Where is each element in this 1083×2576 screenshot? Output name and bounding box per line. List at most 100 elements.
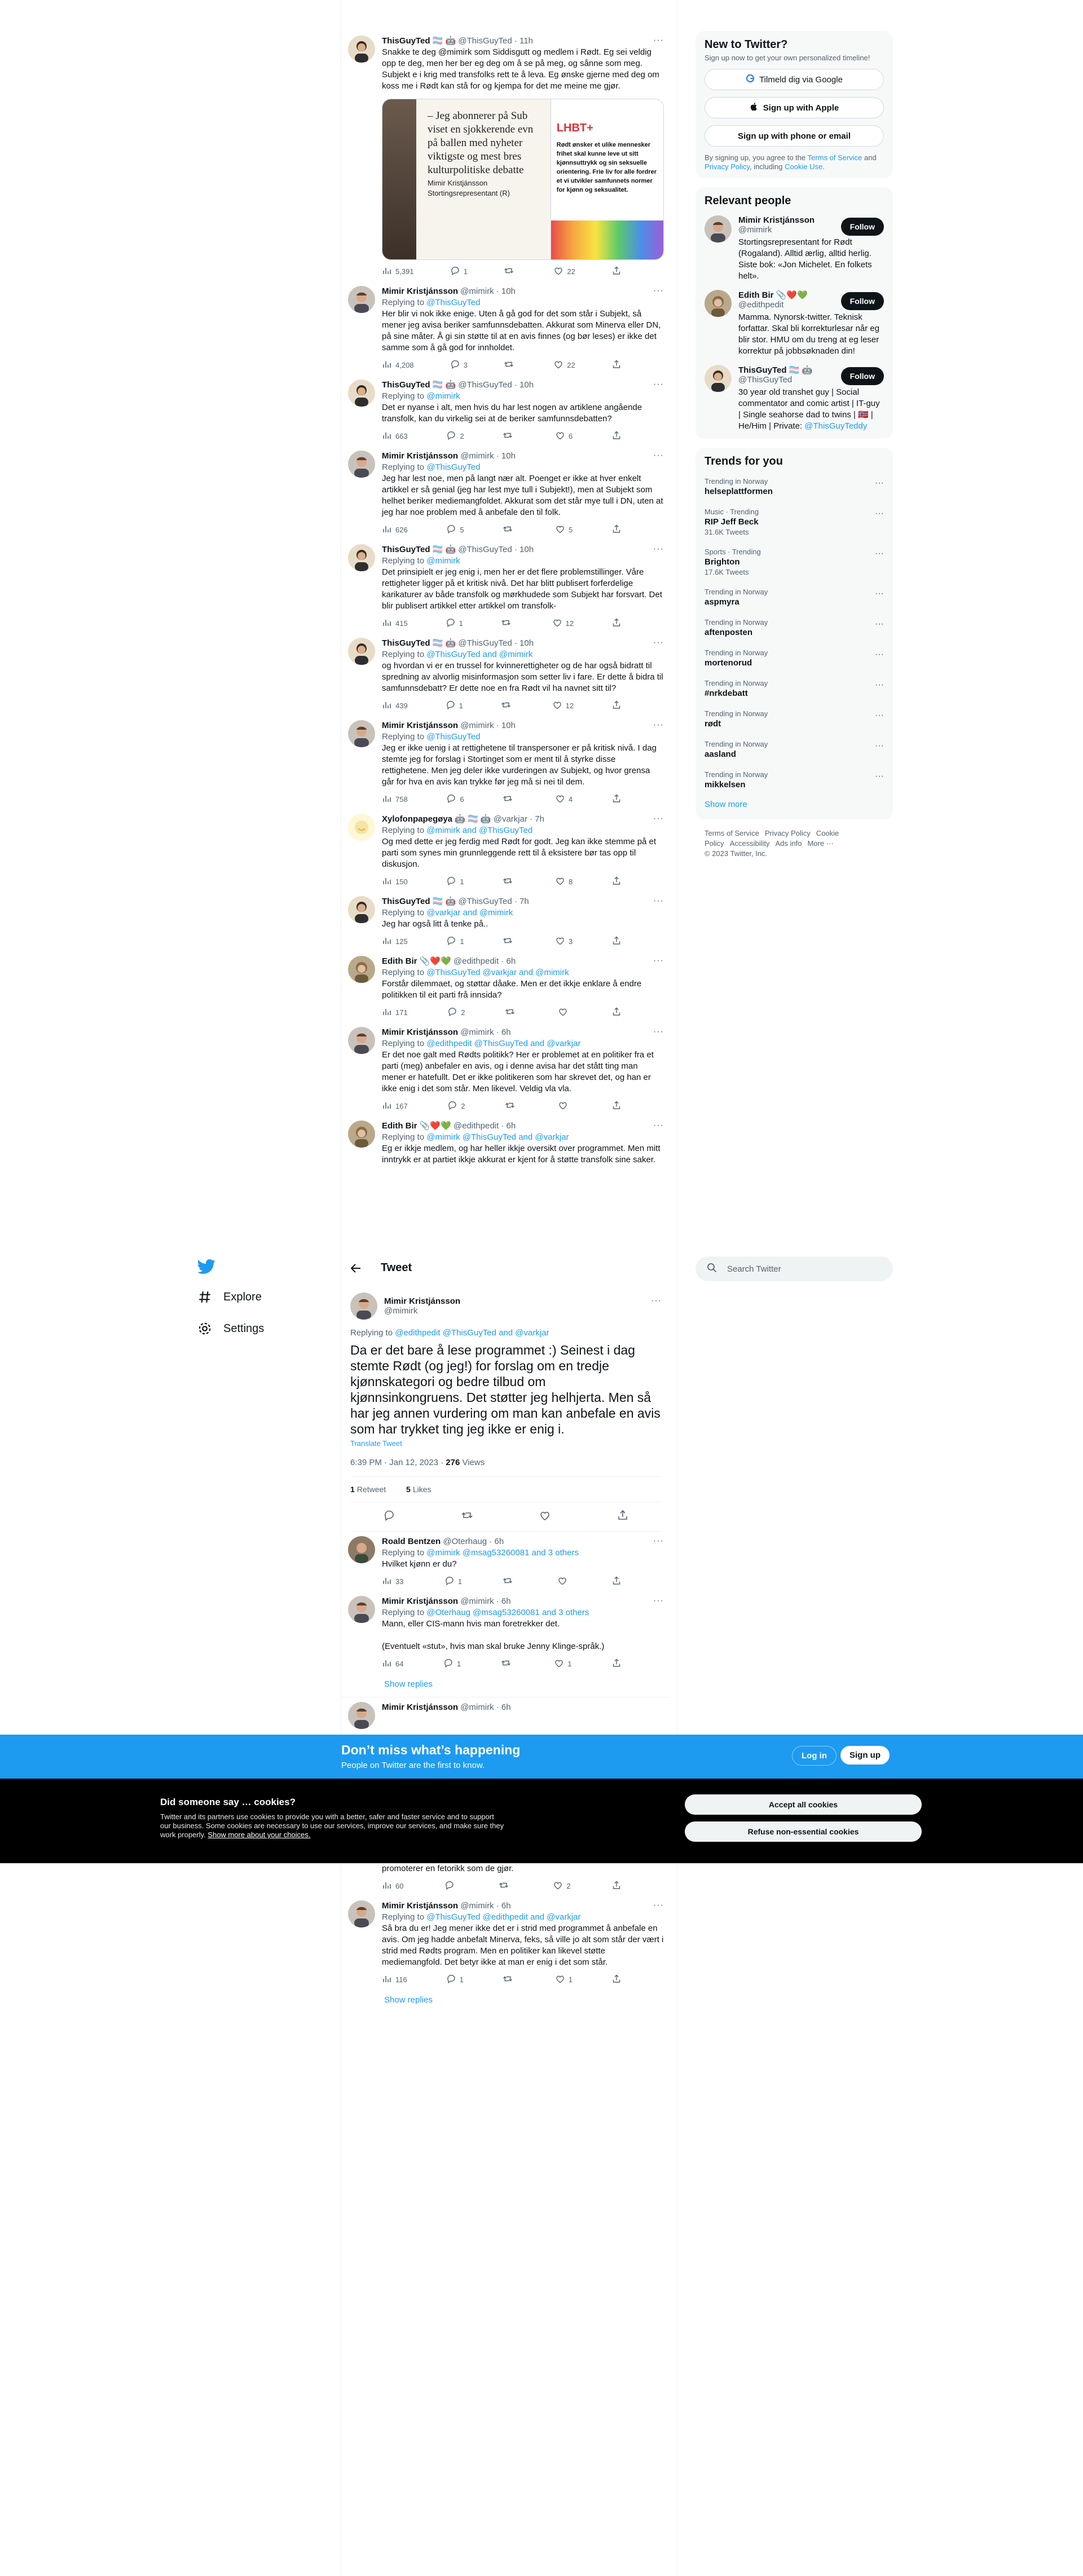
- author-name[interactable]: Mimir Kristjánsson: [384, 1296, 460, 1306]
- more-options-icon[interactable]: ···: [653, 814, 664, 824]
- author-handle[interactable]: @mimirk: [460, 1596, 494, 1606]
- trend-item[interactable]: Music · Trending RIP Jeff Beck 31.6K Tweet…: [705, 502, 884, 542]
- author-name[interactable]: Edith Bir 📎❤️💚: [382, 956, 451, 966]
- nav-settings[interactable]: Settings: [197, 1313, 322, 1344]
- more-options-icon[interactable]: ···: [653, 286, 664, 296]
- retweet-action[interactable]: [503, 1974, 516, 1985]
- views-action[interactable]: 60: [382, 1880, 403, 1891]
- more-options-icon[interactable]: ···: [653, 544, 664, 554]
- reply-action[interactable]: 1: [446, 876, 464, 887]
- retweet-action[interactable]: [503, 876, 516, 887]
- avatar[interactable]: [348, 286, 375, 313]
- tweet-time[interactable]: · 10h: [514, 638, 534, 648]
- accept-cookies-button[interactable]: Accept all cookies: [685, 1794, 922, 1815]
- views-action[interactable]: 171: [382, 1007, 408, 1018]
- author-name[interactable]: ThisGuyTed 🏳️‍⚧️ 🤖: [382, 638, 456, 648]
- reply-action[interactable]: 1: [446, 700, 463, 711]
- author-handle[interactable]: @ThisGuyTed: [458, 897, 512, 906]
- tweet-media[interactable]: – Jeg abonnerer på Sub viset en sjokkere…: [382, 99, 664, 260]
- like-action[interactable]: 22: [553, 359, 575, 370]
- avatar[interactable]: [350, 1293, 377, 1320]
- avatar[interactable]: [348, 1536, 375, 1563]
- author-name[interactable]: Xylofonpapegøya 🤖 🏳️‍⚧️ 🤖: [382, 814, 491, 824]
- like-action[interactable]: [558, 1007, 571, 1018]
- replying-to-link[interactable]: @mimirk: [426, 556, 460, 566]
- more-options-icon[interactable]: ···: [653, 380, 664, 390]
- avatar[interactable]: [348, 1702, 375, 1729]
- share-action[interactable]: [611, 1880, 622, 1891]
- replying-to-link[interactable]: @edithpedit @ThisGuyTed and @varkjar: [426, 1039, 580, 1048]
- more-options-icon[interactable]: ···: [875, 478, 884, 488]
- tweet-time[interactable]: · 7h: [514, 897, 529, 906]
- trend-item[interactable]: Trending in Norway aasland ···: [705, 734, 884, 765]
- bio-link[interactable]: @ThisGuyTeddy: [804, 421, 867, 431]
- tweet[interactable]: ··· ThisGuyTed 🏳️‍⚧️ 🤖 @ThisGuyTed · 10h R…: [341, 633, 671, 716]
- reply-action[interactable]: 5: [446, 524, 464, 535]
- author-handle[interactable]: @edithpedit: [454, 1121, 499, 1131]
- avatar[interactable]: [705, 215, 732, 242]
- author-name[interactable]: Mimir Kristjánsson: [382, 1702, 458, 1712]
- twitter-logo-icon[interactable]: [197, 1258, 215, 1276]
- more-options-icon[interactable]: ···: [875, 509, 884, 519]
- author-name[interactable]: ThisGuyTed 🏳️‍⚧️ 🤖: [382, 897, 456, 906]
- avatar[interactable]: [348, 1121, 375, 1148]
- like-action[interactable]: 3: [555, 936, 573, 947]
- tweet-time[interactable]: · 6h: [501, 1121, 516, 1131]
- more-options-icon[interactable]: ···: [875, 771, 884, 782]
- more-options-icon[interactable]: ···: [875, 680, 884, 690]
- google-signup-button[interactable]: Tilmeld dig via Google: [705, 69, 884, 90]
- tweet-time[interactable]: · 10h: [496, 721, 516, 730]
- reply-action[interactable]: 1: [443, 1658, 461, 1669]
- avatar[interactable]: [348, 1027, 375, 1054]
- author-handle[interactable]: @varkjar: [494, 814, 527, 824]
- retweet-stat[interactable]: 1 Retweet: [350, 1485, 395, 1494]
- follow-button[interactable]: Follow: [840, 292, 884, 310]
- like-action[interactable]: 4: [555, 793, 573, 805]
- more-options-icon[interactable]: ···: [653, 896, 664, 906]
- like-action[interactable]: 1: [555, 1974, 573, 1985]
- share-action[interactable]: [611, 266, 622, 277]
- more-options-icon[interactable]: ···: [875, 711, 884, 721]
- share-action[interactable]: [611, 1007, 622, 1018]
- views-action[interactable]: 439: [382, 700, 408, 711]
- tweet[interactable]: ··· ThisGuyTed 🏳️‍⚧️ 🤖 @ThisGuyTed · 7h Re…: [341, 892, 671, 951]
- retweet-action[interactable]: [501, 1658, 514, 1669]
- author-handle[interactable]: @mimirk: [384, 1306, 460, 1316]
- author-handle[interactable]: @mimirk: [460, 451, 494, 461]
- trend-item[interactable]: Trending in Norway mikkelsen ···: [705, 765, 884, 795]
- reply-action[interactable]: 1: [446, 1974, 464, 1985]
- author-handle[interactable]: @Oterhaug: [443, 1537, 487, 1546]
- tweet[interactable]: ··· ThisGuyTed 🏳️‍⚧️ 🤖 @ThisGuyTed · 11h S…: [341, 31, 671, 281]
- tweet-time[interactable]: · 10h: [514, 545, 534, 554]
- author-name[interactable]: Mimir Kristjánsson: [382, 286, 458, 296]
- tweet-time[interactable]: · 6h: [501, 956, 516, 966]
- author-name[interactable]: Edith Bir 📎❤️💚: [382, 1121, 451, 1131]
- views-action[interactable]: 150: [382, 876, 408, 887]
- trend-item[interactable]: Trending in Norway rødt ···: [705, 704, 884, 734]
- tweet[interactable]: ··· Mimir Kristjánsson @mimirk · 10h Reply…: [341, 281, 671, 375]
- more-options-icon[interactable]: ···: [653, 1536, 664, 1546]
- reply-action[interactable]: 1: [444, 1576, 462, 1587]
- tweet-time[interactable]: · 6h: [496, 1596, 511, 1606]
- replying-to-link[interactable]: @ThisGuyTed @edithpedit and @varkjar: [426, 1912, 580, 1922]
- more-options-icon[interactable]: ···: [653, 1027, 664, 1037]
- like-action[interactable]: 6: [555, 430, 573, 442]
- like-action[interactable]: [557, 1576, 571, 1587]
- views-action[interactable]: 167: [382, 1100, 408, 1111]
- trend-item[interactable]: Sports · Trending Brighton 17.6K Tweets ···: [705, 542, 884, 582]
- more-options-icon[interactable]: ···: [653, 1596, 664, 1606]
- replying-to-link[interactable]: @varkjar and @mimirk: [426, 908, 513, 918]
- avatar[interactable]: [705, 365, 732, 392]
- author-handle[interactable]: @mimirk: [460, 1027, 494, 1037]
- tweet-time[interactable]: · 10h: [496, 286, 516, 296]
- tweet[interactable]: ··· Mimir Kristjánsson @mimirk · 6h Replyi…: [341, 1591, 671, 1674]
- tweet[interactable]: ··· Mimir Kristjánsson @mimirk · 6h Replyi…: [341, 1022, 671, 1116]
- share-action[interactable]: [611, 793, 622, 805]
- tweet-time[interactable]: · 6h: [489, 1537, 504, 1546]
- more-options-icon[interactable]: ···: [653, 451, 664, 461]
- tweet[interactable]: ··· Mimir Kristjánsson @mimirk · 6h Replyi…: [341, 1896, 671, 1990]
- share-action[interactable]: [611, 936, 622, 947]
- avatar[interactable]: [348, 451, 375, 478]
- avatar[interactable]: [348, 36, 375, 63]
- views-action[interactable]: 33: [382, 1576, 403, 1587]
